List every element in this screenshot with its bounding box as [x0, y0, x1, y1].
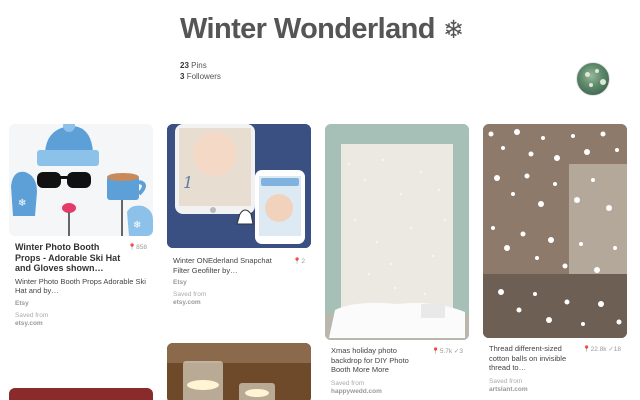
pin-description: Thread different-sized cotton balls on i…: [489, 344, 567, 372]
pin-card[interactable]: Xmas holiday photo backdrop for DIY Phot…: [325, 124, 469, 396]
lights-curtain-image: [325, 124, 469, 340]
svg-text:❄: ❄: [18, 198, 26, 209]
pin-stats: 📍5.7k ✓3: [432, 346, 463, 355]
pin-image[interactable]: [9, 388, 153, 400]
followers-count-link[interactable]: 3 Followers: [180, 71, 221, 82]
board-stats: 23 Pins 3 Followers: [180, 60, 221, 82]
saved-domain: artslant.com: [489, 385, 528, 393]
pin-card[interactable]: 1 Winter ONEderland Snapchat Filter Geof…: [167, 124, 311, 307]
pin-icon: 📍: [431, 348, 440, 355]
saved-from[interactable]: Saved from etsy.com: [173, 291, 305, 307]
pins-label: Pins: [191, 61, 207, 70]
saved-from[interactable]: Saved from happywedd.com: [331, 380, 463, 396]
followers-label: Followers: [186, 72, 221, 81]
repin-count: 📍858: [128, 244, 147, 251]
pin-card[interactable]: [167, 343, 311, 400]
svg-text:❄: ❄: [133, 220, 141, 231]
cotton-balls-image: [483, 124, 627, 338]
repin-count: 22.8k: [590, 346, 607, 353]
pin-title[interactable]: Winter Photo Booth Props - Adorable Ski …: [15, 242, 124, 274]
saved-domain: etsy.com: [173, 299, 201, 306]
pin-card[interactable]: Thread different-sized cotton balls on i…: [483, 124, 627, 394]
like-count: 18: [613, 346, 621, 353]
pin-description: Xmas holiday photo backdrop for DIY Phot…: [331, 346, 409, 374]
pins-count-link[interactable]: 23 Pins: [180, 60, 221, 71]
snowflake-icon: ❄: [442, 15, 464, 44]
pin-source[interactable]: Etsy: [15, 300, 147, 307]
saved-domain: etsy.com: [15, 319, 43, 327]
board-title: Winter Wonderland ❄: [180, 13, 464, 46]
pin-source[interactable]: Etsy: [173, 279, 305, 286]
pin-description: Winter ONEderland Snapchat Filter Geofil…: [173, 256, 272, 275]
pin-stats: 📍22.8k ✓18: [583, 344, 622, 353]
pin-image[interactable]: [483, 124, 627, 338]
saved-from[interactable]: Saved from etsy.com: [15, 312, 147, 328]
board-title-text: Winter Wonderland: [180, 13, 435, 45]
pin-image[interactable]: 1: [167, 124, 311, 248]
like-count: 3: [459, 348, 463, 355]
pin-image[interactable]: [167, 343, 311, 400]
pin-image-text: 1: [183, 173, 193, 192]
pin-image[interactable]: ❄ ❄: [9, 124, 153, 236]
pin-card[interactable]: [9, 388, 153, 400]
repin-count: 5.7k: [439, 348, 453, 355]
board-owner-avatar[interactable]: [576, 62, 610, 96]
candles-image: [167, 343, 311, 400]
snapchat-filter-image: 1: [167, 124, 311, 248]
pin-card[interactable]: ❄ ❄ Winter Photo Booth Props - Adorable …: [9, 124, 153, 328]
saved-from[interactable]: Saved from artslant.com: [489, 378, 621, 394]
saved-domain: happywedd.com: [331, 387, 382, 395]
pin-description: Winter Photo Booth Props Adorable Ski Ha…: [15, 276, 146, 296]
ski-props-image: ❄ ❄: [9, 124, 153, 236]
followers-count: 3: [180, 72, 185, 81]
pins-count: 23: [180, 61, 189, 70]
pin-icon: 📍: [582, 346, 591, 353]
pin-icon: 📍: [128, 244, 137, 251]
pin-image[interactable]: [325, 124, 469, 340]
repin-count: 📍2: [293, 258, 305, 265]
